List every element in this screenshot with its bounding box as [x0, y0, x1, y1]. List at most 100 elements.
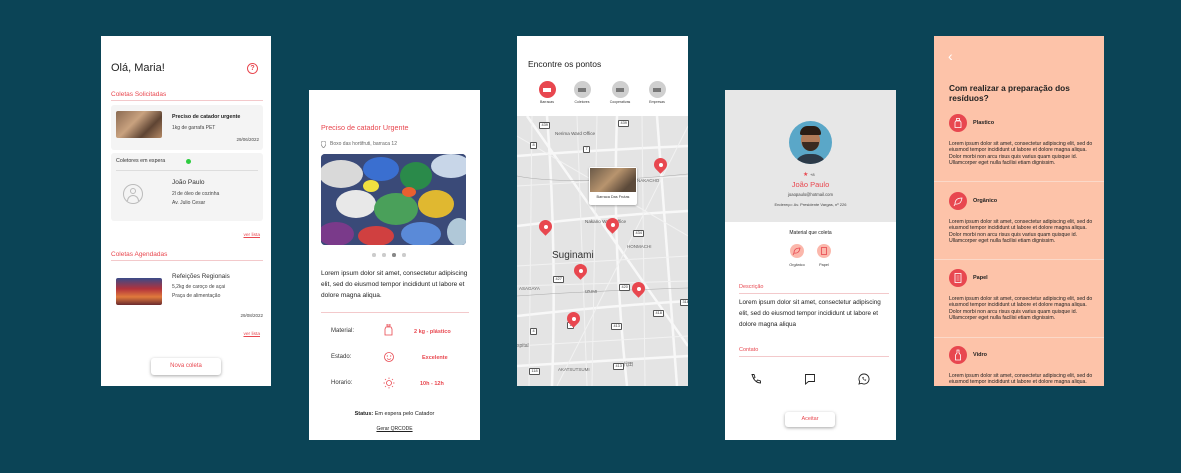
road-number: 413 — [613, 363, 625, 370]
carousel-dots[interactable] — [372, 253, 412, 257]
material-label: Papel — [819, 263, 829, 267]
message-icon[interactable] — [804, 373, 816, 385]
road-number: 418 — [653, 310, 665, 317]
divider — [739, 293, 889, 294]
user-avatar-icon — [123, 184, 143, 204]
road-number: 118 — [529, 368, 541, 375]
map-view[interactable]: Nerima Ward Office Nakano Ward Office Su… — [517, 116, 688, 386]
plastic-bottles-photo[interactable] — [321, 154, 466, 245]
road-number: 439 — [539, 122, 551, 129]
state-label: Estado: — [331, 354, 352, 360]
request-title: Preciso de catador Urgente — [321, 123, 409, 132]
material-text: Lorem ipsum dolor sit amet, consectetur … — [949, 141, 1093, 167]
see-list-link[interactable]: ver lista — [243, 233, 260, 238]
accept-button[interactable]: Aceitar — [785, 412, 835, 427]
map-roads — [517, 116, 688, 386]
contact-title: Contato — [739, 347, 759, 353]
description-text: Lorem ipsum dolor sit amet, consectetur … — [321, 270, 468, 299]
divider — [111, 260, 263, 261]
map-pin-icon[interactable] — [539, 220, 552, 236]
map-label: Suginami — [552, 250, 594, 261]
guide-title: Com realizar a preparação dos resíduos? — [949, 83, 1070, 103]
material-name: Papel — [973, 275, 988, 281]
stall-photo — [590, 168, 636, 192]
road-number: 420 — [619, 284, 631, 291]
profile-address: Endereço: Av. Presidente Vargas, nº 226 — [774, 202, 847, 207]
request-detail-screen: Preciso de catador Urgente Boxo das hort… — [309, 90, 480, 440]
road-number: 413 — [611, 323, 623, 330]
see-list-link[interactable]: ver lista — [243, 332, 260, 337]
filter-barracas[interactable]: Barracas — [537, 81, 557, 107]
road-number: 434 — [633, 230, 645, 237]
restaurant-photo — [116, 278, 162, 305]
map-title: Encontre os pontos — [528, 59, 602, 69]
filter-empresas[interactable]: Empresas — [646, 81, 668, 107]
map-label: NAKACHO — [637, 178, 660, 183]
help-icon[interactable]: ? — [247, 63, 258, 74]
time-value: 10h - 12h — [420, 381, 444, 387]
road-number: 427 — [553, 276, 565, 283]
map-pin-icon[interactable] — [567, 312, 580, 328]
greeting-title: Olá, Maria! — [111, 62, 165, 74]
new-collection-button[interactable]: Nova coleta — [151, 358, 221, 375]
status-label: Status: — [354, 411, 374, 417]
map-label: 代田 — [623, 362, 634, 368]
map-label: AKATSUTSUMI — [558, 367, 590, 372]
scheduled-title: Refeições Regionais — [172, 273, 230, 280]
filter-label: Empresas — [649, 100, 665, 104]
location-pin-icon — [321, 141, 326, 148]
map-pin-icon[interactable] — [654, 158, 667, 174]
bottle-icon — [384, 324, 393, 336]
map-pin-icon[interactable] — [606, 218, 619, 234]
map-label: ASAGAYA — [519, 286, 540, 291]
star-icon: ★ — [803, 172, 809, 178]
request-date: 29/06/2022 — [236, 137, 259, 142]
collector-desc: 2l de óleo de cozinha — [172, 191, 220, 197]
glass-icon — [949, 346, 967, 364]
phone-icon[interactable] — [750, 373, 762, 385]
request-card[interactable]: Preciso de catador urgente 1kg de garraf… — [111, 105, 263, 150]
section-scheduled-title: Coletas Agendadas — [111, 251, 168, 258]
scheduled-desc: 5,2kg de caroço de açai — [172, 284, 226, 290]
map-label: HONMACHI — [627, 244, 652, 249]
collector-address: Av. Julio Cesar — [172, 200, 206, 206]
filter-label: Cooperativas — [609, 100, 631, 104]
sun-icon — [383, 377, 395, 389]
filter-coletores[interactable]: Coletores — [571, 81, 593, 107]
paper-icon — [949, 269, 967, 287]
plastic-icon — [949, 114, 967, 132]
material-value: 2 kg - plástico — [414, 329, 451, 335]
online-dot-icon — [186, 159, 191, 164]
map-label: Nerima Ward Office — [555, 131, 596, 136]
material-label: Orgânico — [789, 263, 805, 267]
divider — [321, 312, 469, 313]
details-list: Material: 2 kg - plástico Estado: Excele… — [321, 323, 469, 403]
road-number: 318 — [680, 299, 688, 306]
road-number: 439 — [618, 120, 630, 127]
map-screen: Encontre os pontos Barracas Coletores Co… — [517, 36, 688, 386]
filter-cooperativas[interactable]: Cooperativas — [608, 81, 632, 107]
generate-qrcode-link[interactable]: Gerar QRCODE — [309, 426, 480, 432]
material-name: Vidro — [973, 352, 987, 358]
request-title: Preciso de catador urgente — [172, 114, 241, 120]
rating: +8 — [810, 172, 815, 177]
map-label: IZUMI — [585, 289, 598, 294]
company-icon — [648, 81, 666, 98]
popup-label: Barraca Das Frutas — [596, 195, 630, 199]
state-value: Excelente — [422, 355, 448, 361]
whatsapp-icon[interactable] — [858, 373, 870, 385]
collector-name[interactable]: João Paulo — [172, 179, 205, 186]
waiting-collectors-card: Coletores em espera João Paulo 2l de óle… — [111, 153, 263, 221]
map-pin-icon[interactable] — [574, 264, 587, 280]
scheduled-item[interactable]: Refeições Regionais 5,2kg de caroço de a… — [111, 268, 263, 320]
back-arrow-icon[interactable]: ‹ — [948, 49, 953, 63]
collector-icon — [573, 81, 591, 98]
divider — [934, 259, 1104, 260]
map-pin-icon[interactable] — [632, 282, 645, 298]
material-label: Material: — [331, 328, 355, 334]
material-name: Plastico — [973, 120, 995, 126]
time-label: Horario: — [331, 380, 353, 386]
divider — [739, 356, 889, 357]
road-number: 7 — [583, 146, 591, 153]
map-popup[interactable]: Barraca Das Frutas — [589, 167, 637, 205]
